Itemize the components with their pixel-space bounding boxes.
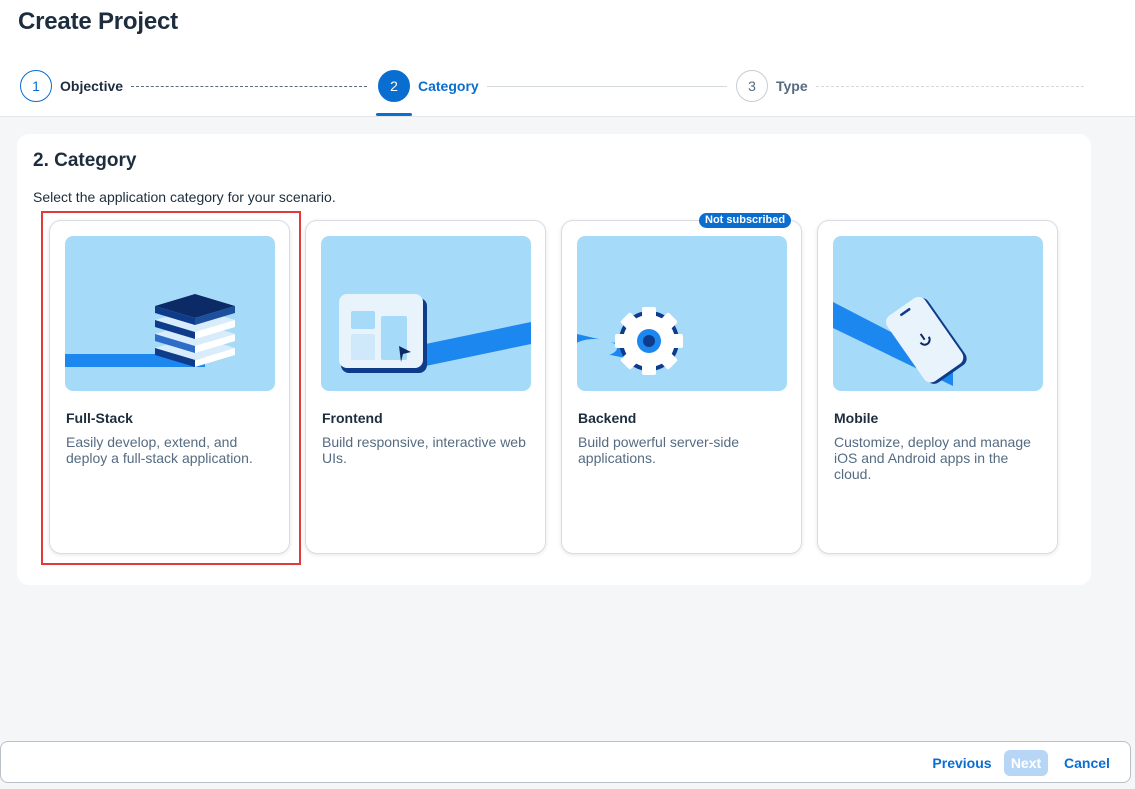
step-label: Objective <box>60 78 124 94</box>
category-card-mobile[interactable]: Mobile Customize, deploy and manage iOS … <box>817 220 1058 554</box>
card-description: Customize, deploy and manage iOS and And… <box>834 434 1031 482</box>
web-ui-window-icon <box>339 294 531 373</box>
gear-icon <box>577 307 683 375</box>
card-title: Frontend <box>322 410 383 426</box>
card-description: Build responsive, interactive web UIs. <box>322 434 526 466</box>
page-header: Create Project 1 Objective 2 Category 3 … <box>0 0 1135 117</box>
next-button[interactable]: Next <box>1004 750 1048 776</box>
step-connector <box>816 86 1084 87</box>
card-description: Build powerful server-side applications. <box>578 434 740 466</box>
step-label: Type <box>776 78 808 94</box>
backend-illustration <box>577 236 787 391</box>
step-connector <box>487 86 727 87</box>
wizard-step-category[interactable]: 2 Category <box>378 70 479 102</box>
step-number: 1 <box>20 70 52 102</box>
mobile-phone-icon <box>833 296 967 386</box>
selection-highlight <box>41 211 301 565</box>
step-connector <box>131 86 367 87</box>
category-card-frontend[interactable]: Frontend Build responsive, interactive w… <box>305 220 546 554</box>
not-subscribed-badge: Not subscribed <box>699 213 792 228</box>
cancel-button[interactable]: Cancel <box>1061 750 1113 776</box>
section-instruction: Select the application category for your… <box>33 189 336 205</box>
card-title: Backend <box>578 410 637 426</box>
step-label: Category <box>418 78 479 94</box>
wizard-footer: Previous Next Cancel <box>0 741 1131 783</box>
step-number: 2 <box>378 70 410 102</box>
page-title: Create Project <box>18 8 178 35</box>
card-title: Mobile <box>834 410 879 426</box>
step-number: 3 <box>736 70 768 102</box>
frontend-illustration <box>321 236 531 391</box>
active-step-indicator <box>376 113 412 116</box>
previous-button[interactable]: Previous <box>931 750 993 776</box>
wizard-step-type[interactable]: 3 Type <box>736 70 808 102</box>
wizard-step-objective[interactable]: 1 Objective <box>20 70 123 102</box>
mobile-illustration <box>833 236 1043 391</box>
category-card-backend[interactable]: Backend Build powerful server-side appli… <box>561 220 802 554</box>
section-title: 2. Category <box>33 150 137 171</box>
